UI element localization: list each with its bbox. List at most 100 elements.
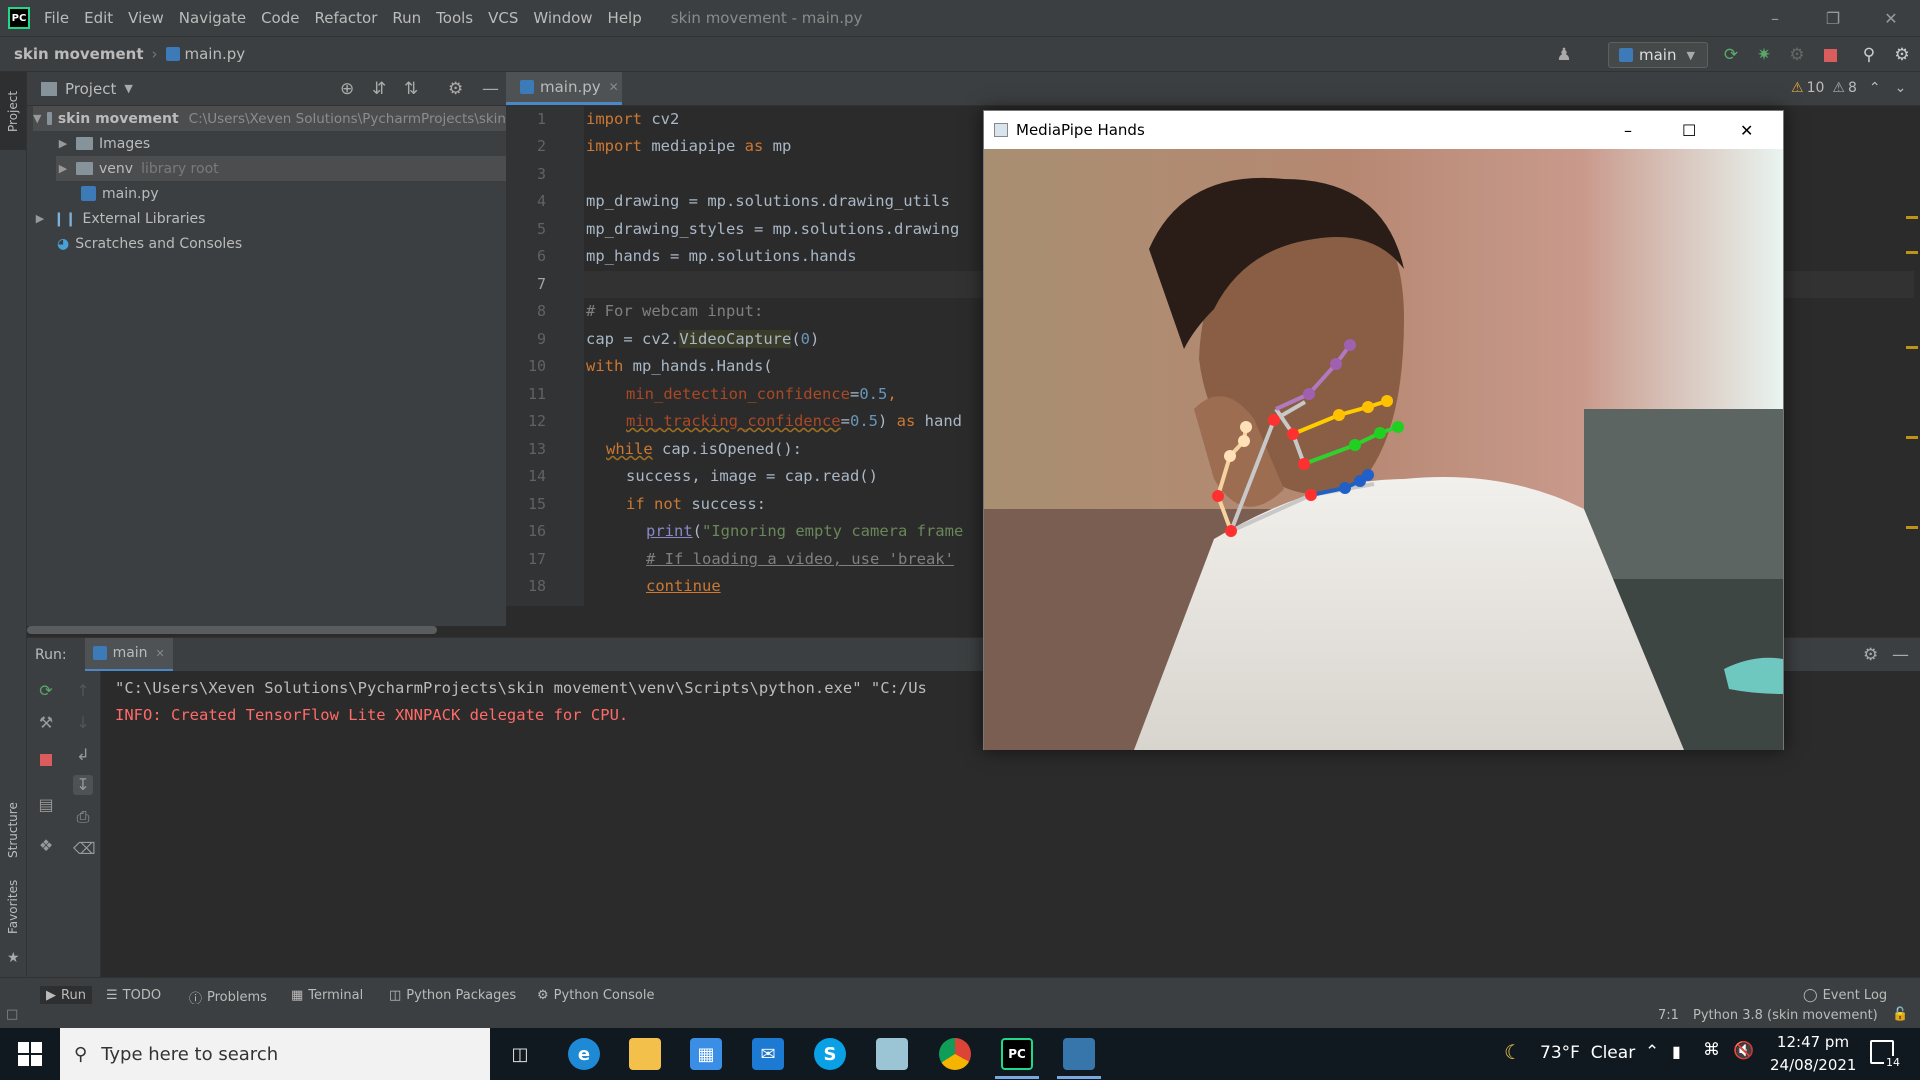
- tab-terminal[interactable]: ▦ Terminal: [291, 988, 363, 1003]
- menu-code[interactable]: Code: [261, 9, 299, 27]
- taskbar-search-box[interactable]: ⚲ Type here to search: [60, 1028, 490, 1080]
- menu-tools[interactable]: Tools: [436, 9, 473, 27]
- mediapipe-window[interactable]: MediaPipe Hands – ☐ ✕: [983, 110, 1784, 750]
- python-taskbar-icon[interactable]: [1063, 1038, 1095, 1070]
- panel-toggle-icon[interactable]: □: [6, 1007, 18, 1022]
- restore-icon[interactable]: ❐: [1804, 0, 1862, 36]
- horizontal-scrollbar[interactable]: [27, 626, 437, 634]
- arrow-up-icon[interactable]: ↑: [73, 681, 93, 701]
- maximize-icon[interactable]: ☐: [1682, 121, 1696, 140]
- soft-wrap-icon[interactable]: ↲: [73, 745, 93, 765]
- windows-start-icon[interactable]: [18, 1042, 42, 1066]
- run-configuration-select[interactable]: main ▼: [1608, 42, 1708, 68]
- tree-item-external-libraries[interactable]: ▶ ❙❙ External Libraries: [33, 206, 206, 231]
- structure-tool-tab[interactable]: Structure: [6, 802, 20, 858]
- caret-position[interactable]: 7:1: [1658, 1008, 1679, 1023]
- rerun-icon[interactable]: ⟳: [1721, 45, 1741, 65]
- battery-icon[interactable]: ▮: [1672, 1042, 1681, 1061]
- print-icon[interactable]: ⎙: [73, 807, 93, 827]
- clock-date[interactable]: 24/08/2021: [1770, 1056, 1856, 1074]
- console-info-line: INFO: Created TensorFlow Lite XNNPACK de…: [115, 706, 629, 724]
- notepad-icon[interactable]: [876, 1038, 908, 1070]
- chrome-icon[interactable]: [939, 1038, 971, 1070]
- run-settings-gear-icon[interactable]: ⚙: [1863, 645, 1878, 665]
- close-tab-icon[interactable]: ✕: [156, 647, 165, 660]
- menu-vcs[interactable]: VCS: [488, 9, 518, 27]
- tab-python-console[interactable]: ⚙ Python Console: [537, 988, 654, 1003]
- user-account-icon[interactable]: ♟: [1554, 45, 1574, 65]
- arrow-down-icon[interactable]: ↓: [73, 713, 93, 733]
- code-line: min_detection_confidence=0.5,: [626, 385, 897, 403]
- file-explorer-icon[interactable]: [629, 1038, 661, 1070]
- tree-item-scratches[interactable]: ◕ Scratches and Consoles: [57, 231, 242, 256]
- coverage-icon[interactable]: ⚙: [1787, 45, 1807, 65]
- breadcrumb-file[interactable]: main.py: [185, 45, 246, 63]
- tab-python-packages[interactable]: ◫ Python Packages: [389, 988, 516, 1003]
- tree-root-row[interactable]: ▼ skin movement C:\Users\Xeven Solutions…: [33, 106, 506, 131]
- collapse-all-icon[interactable]: ⇅: [404, 79, 418, 99]
- tab-todo[interactable]: ☰ TODO: [106, 988, 161, 1003]
- mail-icon[interactable]: ✉: [752, 1038, 784, 1070]
- menu-navigate[interactable]: Navigate: [179, 9, 246, 27]
- menu-refactor[interactable]: Refactor: [314, 9, 377, 27]
- tab-event-log[interactable]: ◯ Event Log: [1803, 988, 1887, 1003]
- locate-file-icon[interactable]: ⊕: [340, 79, 354, 99]
- weather-text[interactable]: 73°F Clear: [1540, 1043, 1635, 1063]
- skype-icon[interactable]: S: [814, 1038, 846, 1070]
- inspection-widget[interactable]: ⚠ 10 ⚠ 8 ⌃ ⌄: [1791, 80, 1906, 96]
- windows-taskbar: ⚲ Type here to search ◫ e ▦ ✉ S PC ☾ 73°…: [0, 1028, 1920, 1080]
- tree-item-images[interactable]: ▶ Images: [56, 131, 150, 156]
- folder-icon: [76, 137, 93, 150]
- rerun-icon[interactable]: ⟳: [36, 681, 56, 701]
- menu-view[interactable]: View: [128, 9, 164, 27]
- stop-icon[interactable]: [36, 751, 56, 771]
- stop-icon[interactable]: [1820, 45, 1840, 65]
- breadcrumb-project[interactable]: skin movement: [14, 45, 144, 63]
- clock-time[interactable]: 12:47 pm: [1773, 1033, 1853, 1051]
- lock-icon[interactable]: 🔓: [1892, 1007, 1908, 1022]
- pin-icon[interactable]: ❖: [36, 836, 56, 856]
- menu-run[interactable]: Run: [392, 9, 421, 27]
- project-panel-title[interactable]: Project: [65, 80, 116, 98]
- library-root-hint: library root: [141, 160, 219, 177]
- close-icon[interactable]: ✕: [1740, 121, 1753, 140]
- expand-all-icon[interactable]: ⇵: [372, 79, 386, 99]
- menu-edit[interactable]: Edit: [84, 9, 113, 27]
- tree-item-main-py[interactable]: main.py: [81, 181, 159, 206]
- menu-window[interactable]: Window: [533, 9, 592, 27]
- chevron-down-icon[interactable]: ⌄: [1895, 80, 1907, 96]
- options-gear-icon[interactable]: ⚙: [448, 79, 463, 99]
- run-tab-main[interactable]: main ✕: [84, 637, 173, 672]
- minimize-icon[interactable]: –: [1624, 121, 1632, 140]
- close-tab-icon[interactable]: ✕: [609, 80, 619, 94]
- project-tool-tab[interactable]: Project: [6, 91, 20, 132]
- microsoft-store-icon[interactable]: ▦: [690, 1038, 722, 1070]
- debug-icon[interactable]: ✷: [1754, 45, 1774, 65]
- close-icon[interactable]: ✕: [1862, 0, 1920, 36]
- menu-file[interactable]: File: [44, 9, 69, 27]
- hide-panel-icon[interactable]: —: [1892, 645, 1909, 665]
- wifi-icon[interactable]: ⌘: [1703, 1040, 1720, 1060]
- tab-run[interactable]: ▶ Run: [40, 986, 92, 1005]
- tree-item-venv[interactable]: ▶ venv library root: [56, 156, 506, 181]
- search-icon[interactable]: ⚲: [1859, 45, 1879, 65]
- menu-help[interactable]: Help: [608, 9, 642, 27]
- minimize-icon[interactable]: –: [1746, 0, 1804, 36]
- chevron-up-icon[interactable]: ⌃: [1645, 1042, 1659, 1062]
- chevron-down-icon[interactable]: ▼: [124, 82, 132, 95]
- tab-main-py[interactable]: main.py ✕: [506, 72, 622, 105]
- settings-gear-icon[interactable]: ⚙: [1892, 45, 1912, 65]
- chevron-up-icon[interactable]: ⌃: [1869, 80, 1881, 96]
- scroll-to-end-icon[interactable]: ↧: [73, 775, 93, 795]
- favorites-tool-tab[interactable]: Favorites: [6, 880, 20, 934]
- pycharm-taskbar-icon[interactable]: PC: [1001, 1038, 1033, 1070]
- edge-browser-icon[interactable]: e: [568, 1038, 600, 1070]
- hide-panel-icon[interactable]: —: [482, 79, 499, 99]
- search-placeholder: Type here to search: [101, 1043, 279, 1065]
- layout-icon[interactable]: ▤: [36, 795, 56, 815]
- python-interpreter[interactable]: Python 3.8 (skin movement): [1693, 1008, 1878, 1023]
- wrench-icon[interactable]: ⚒: [36, 713, 56, 733]
- trash-icon[interactable]: ⌫: [73, 839, 96, 859]
- volume-muted-icon[interactable]: 🔇: [1733, 1041, 1754, 1061]
- task-view-icon[interactable]: ◫: [504, 1038, 536, 1070]
